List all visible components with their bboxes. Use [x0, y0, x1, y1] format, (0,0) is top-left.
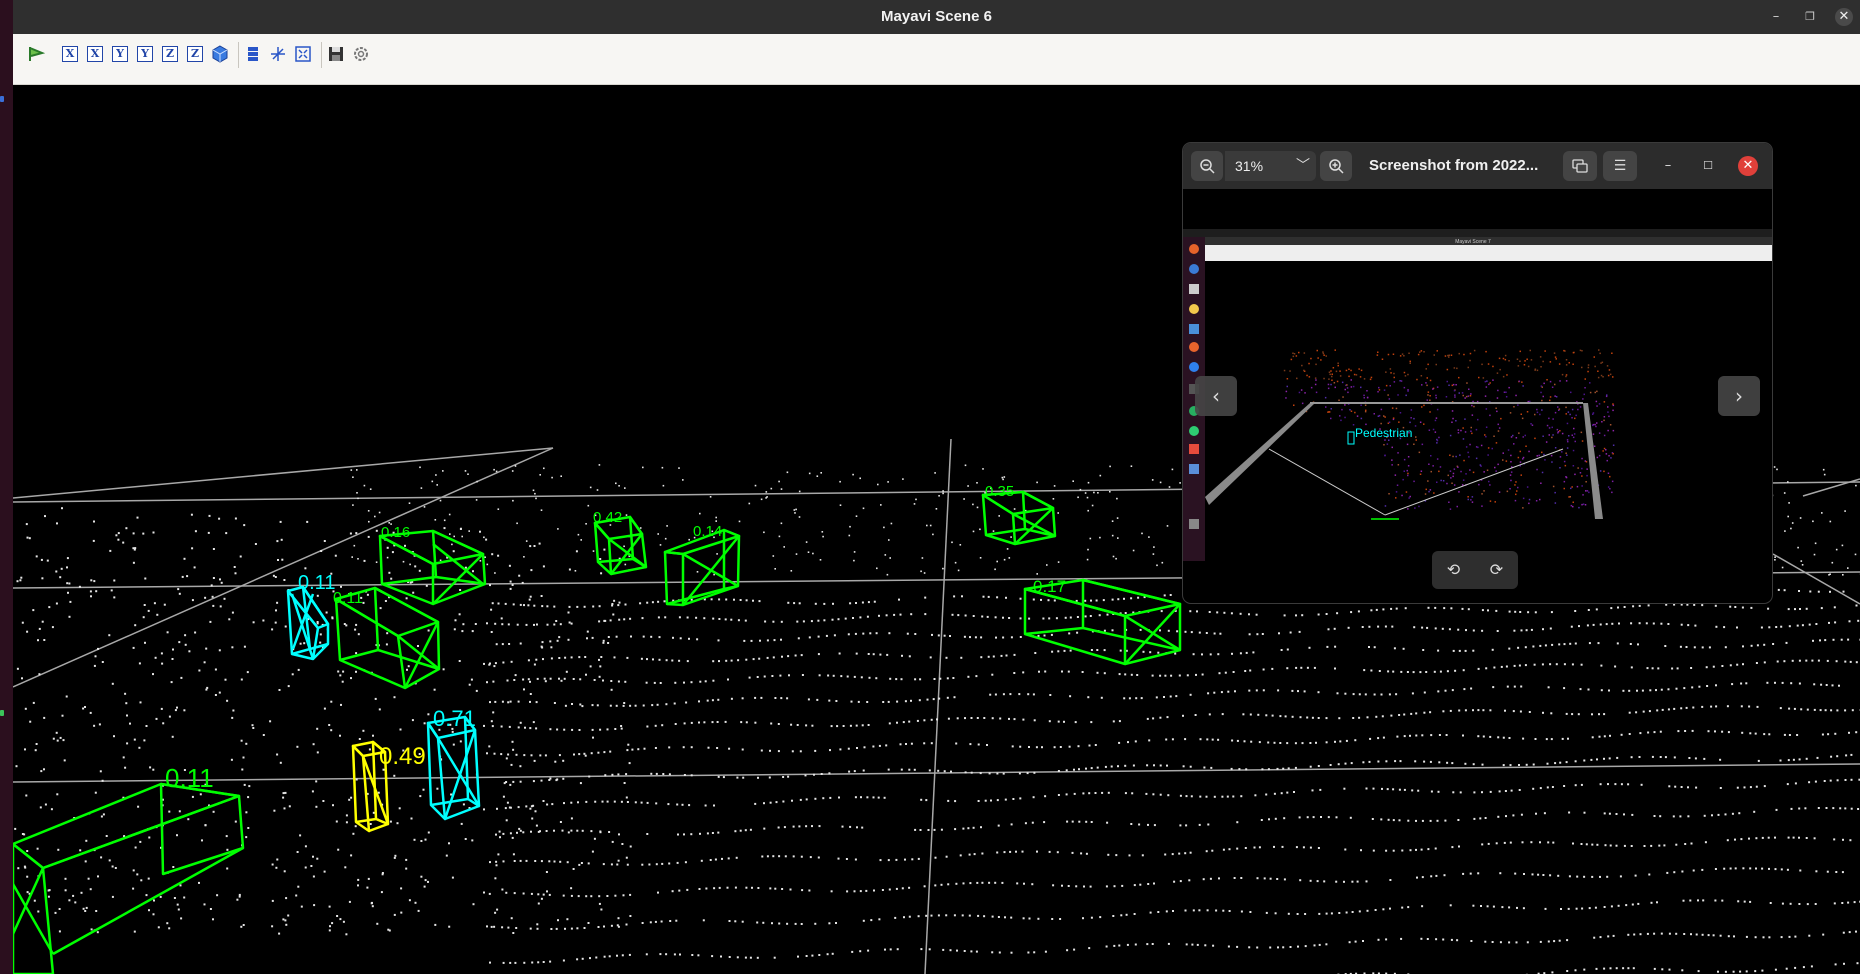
rotate-left-button[interactable]: ⟲ — [1432, 551, 1475, 589]
chevron-right-icon: › — [1735, 384, 1743, 408]
viewer-header: 31% ﹀ Screenshot from 2022... ☰ – ☐ ✕ — [1183, 143, 1772, 189]
window-title: Mayavi Scene 6 — [881, 8, 992, 25]
score-label: 0.35 — [985, 483, 1014, 500]
minimize-button[interactable]: – — [1767, 8, 1785, 26]
next-image-button[interactable]: › — [1718, 376, 1760, 416]
detection-boxes — [13, 490, 1182, 974]
toolbar-separator — [238, 42, 239, 68]
view-y-minus-button[interactable]: Y — [134, 43, 156, 65]
toolbar-separator — [321, 42, 322, 68]
viewer-minimize-button[interactable]: – — [1658, 156, 1678, 176]
axes-indicator-icon[interactable] — [267, 43, 289, 65]
main-menu-button[interactable]: ☰ — [1603, 151, 1637, 181]
view-z-minus-button[interactable]: Z — [184, 43, 206, 65]
zoom-in-icon — [1329, 159, 1344, 174]
screenshot-thumbnail: Mayavi Scene 7 Pedestrian — [1183, 229, 1772, 561]
viewer-maximize-button[interactable]: ☐ — [1698, 156, 1718, 176]
chevron-left-icon: ‹ — [1212, 384, 1220, 408]
score-label: 0.14 — [693, 523, 722, 540]
score-label: 0.16 — [381, 524, 410, 541]
previous-image-button[interactable]: ‹ — [1195, 376, 1237, 416]
zoom-out-icon — [1200, 159, 1215, 174]
fullscreen-icon[interactable] — [292, 43, 314, 65]
thumbnail-title: Mayavi Scene 7 — [1455, 239, 1491, 245]
viewer-title: Screenshot from 2022... — [1369, 157, 1539, 174]
slideshow-button[interactable] — [1563, 151, 1597, 181]
score-label: 0.11 — [165, 763, 214, 793]
score-label: 0.49 — [379, 743, 426, 770]
score-labels: 0.11 0.11 0.16 0.42 0.14 0.35 0.17 0.71 … — [165, 483, 1066, 793]
view-x-plus-button[interactable]: X — [59, 43, 81, 65]
detection-box — [378, 529, 487, 606]
score-label: 0.11 — [333, 590, 363, 607]
dock-indicator — [0, 96, 4, 102]
parallel-projection-icon[interactable] — [242, 43, 264, 65]
rotate-right-button[interactable]: ⟳ — [1475, 551, 1518, 589]
settings-gear-icon[interactable] — [350, 43, 372, 65]
score-label: 0.71 — [433, 706, 476, 731]
viewer-image: Mayavi Scene 7 Pedestrian — [1183, 229, 1772, 561]
chevron-down-icon: ﹀ — [1296, 158, 1310, 174]
pipeline-icon[interactable] — [25, 43, 47, 65]
save-icon[interactable] — [325, 43, 347, 65]
dock-indicator — [0, 710, 4, 716]
detection-box — [13, 782, 245, 974]
desktop-sidebar-strip — [0, 0, 13, 974]
zoom-out-button[interactable] — [1191, 151, 1223, 181]
image-viewer-window: 31% ﹀ Screenshot from 2022... ☰ – ☐ ✕ Ma… — [1183, 143, 1772, 603]
view-x-minus-button[interactable]: X — [84, 43, 106, 65]
viewer-close-button[interactable]: ✕ — [1738, 156, 1758, 176]
isometric-view-icon[interactable] — [209, 43, 231, 65]
hamburger-icon: ☰ — [1613, 158, 1627, 174]
zoom-dropdown-button[interactable]: ﹀ — [1290, 151, 1316, 181]
title-bar: Mayavi Scene 6 – ❐ ✕ — [13, 0, 1860, 34]
view-y-plus-button[interactable]: Y — [109, 43, 131, 65]
zoom-in-button[interactable] — [1320, 151, 1352, 181]
restore-button[interactable]: ❐ — [1801, 8, 1819, 26]
score-label: 0.42 — [593, 509, 622, 526]
detection-box — [663, 528, 741, 607]
mayavi-toolbar: X X Y Y Z Z — [13, 34, 1860, 85]
score-label: 0.11 — [298, 572, 335, 594]
close-button[interactable]: ✕ — [1835, 8, 1853, 26]
score-label: 0.17 — [1033, 577, 1066, 596]
thumbnail-label: Pedestrian — [1355, 426, 1412, 440]
rotate-controls: ⟲ ⟳ — [1432, 551, 1518, 589]
view-z-plus-button[interactable]: Z — [159, 43, 181, 65]
slideshow-icon — [1572, 159, 1588, 173]
